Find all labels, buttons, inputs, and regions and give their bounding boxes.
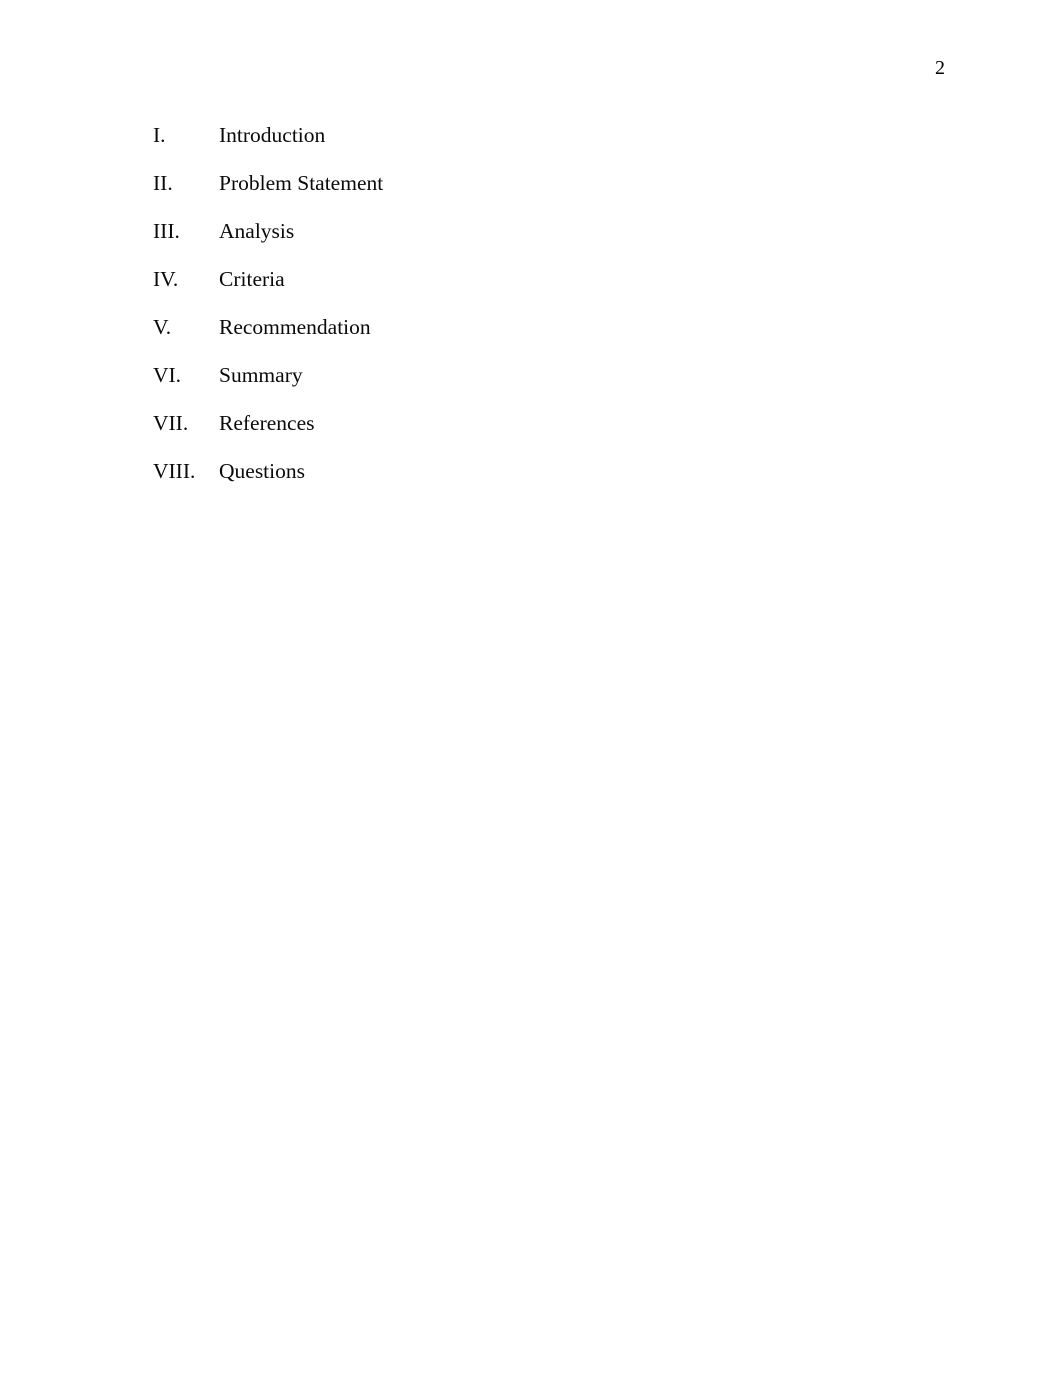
page-header: 2 xyxy=(0,56,1062,86)
outline-numeral: VII. xyxy=(153,411,189,435)
outline-label: Summary xyxy=(219,363,303,387)
outline-label: Introduction xyxy=(219,123,326,147)
list-item: I. Introduction xyxy=(153,122,945,170)
list-item: VIII. Questions xyxy=(153,458,945,506)
outline-numeral: VIII. xyxy=(153,459,196,483)
list-item: IV. Criteria xyxy=(153,266,945,314)
outline-label: Analysis xyxy=(219,219,295,243)
list-item: VII. References xyxy=(153,410,945,458)
outline-list: I. Introduction II. Problem Statement III.… xyxy=(153,122,945,506)
outline-label: Recommendation xyxy=(219,315,371,339)
outline-numeral: III. xyxy=(153,219,180,243)
outline-numeral: V. xyxy=(153,315,172,339)
list-item: VI. Summary xyxy=(153,362,945,410)
outline-numeral: I. xyxy=(153,123,166,147)
outline-label: Criteria xyxy=(219,267,285,291)
outline-numeral: IV. xyxy=(153,267,179,291)
list-item: V. Recommendation xyxy=(153,314,945,362)
outline-label: Problem Statement xyxy=(219,171,384,195)
outline-numeral: II. xyxy=(153,171,173,195)
list-item: III. Analysis xyxy=(153,218,945,266)
outline-label: Questions xyxy=(219,459,305,483)
document-page: 2 I. Introduction II. Problem Statement II… xyxy=(0,0,1062,1376)
page-number: 2 xyxy=(935,57,945,79)
outline-label: References xyxy=(219,411,315,435)
outline-numeral: VI. xyxy=(153,363,182,387)
document-body: I. Introduction II. Problem Statement III.… xyxy=(153,122,945,506)
list-item: II. Problem Statement xyxy=(153,170,945,218)
